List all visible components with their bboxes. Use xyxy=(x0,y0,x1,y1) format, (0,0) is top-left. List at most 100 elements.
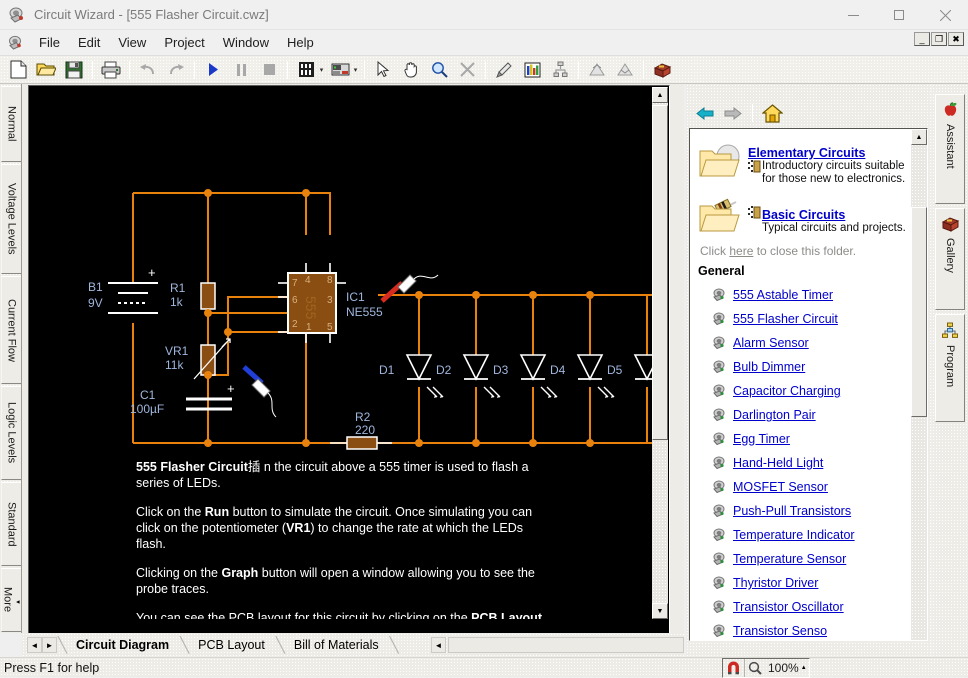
right-tab-program[interactable]: Program xyxy=(935,314,965,422)
document-horizontal-scrollbar[interactable] xyxy=(448,637,684,653)
canvas-vertical-scrollbar[interactable]: ▲ ▼ xyxy=(652,87,668,619)
list-item-link[interactable]: Transistor Oscillator xyxy=(733,600,844,614)
tab-bill-of-materials[interactable]: Bill of Materials xyxy=(286,636,389,654)
menu-project[interactable]: Project xyxy=(155,32,213,53)
pointer-icon[interactable] xyxy=(370,58,396,82)
run-icon[interactable] xyxy=(200,58,226,82)
list-item[interactable]: Transistor Oscillator xyxy=(690,595,912,619)
maximize-button[interactable] xyxy=(876,0,922,30)
list-scroll-up-button[interactable]: ▲ xyxy=(911,129,927,145)
stop-icon[interactable] xyxy=(256,58,282,82)
list-item-link[interactable]: Push-Pull Transistors xyxy=(733,504,851,518)
delete-icon[interactable] xyxy=(454,58,480,82)
list-item-link[interactable]: Hand-Held Light xyxy=(733,456,823,470)
list-item[interactable]: Thyristor Driver xyxy=(690,571,912,595)
instruments-dropdown-arrow[interactable]: ▾ xyxy=(351,66,360,74)
redo-icon[interactable] xyxy=(163,58,189,82)
network-icon[interactable] xyxy=(547,58,573,82)
zoom-icon[interactable] xyxy=(426,58,452,82)
open-folder-icon[interactable] xyxy=(33,58,59,82)
mdi-restore-button[interactable]: ❐ xyxy=(931,32,947,46)
circuit-list-box[interactable]: Elementary Circuits Introductory circuit… xyxy=(689,128,928,641)
hand-icon[interactable] xyxy=(398,58,424,82)
mdi-minimize-button[interactable]: _ xyxy=(914,32,930,46)
list-item[interactable]: Temperature Sensor xyxy=(690,547,912,571)
close-button[interactable] xyxy=(922,0,968,30)
menu-help[interactable]: Help xyxy=(278,32,323,53)
scroll-up-button[interactable]: ▲ xyxy=(652,87,668,103)
list-item-link[interactable]: 555 Flasher Circuit xyxy=(733,312,838,326)
list-item[interactable]: Bulb Dimmer xyxy=(690,355,912,379)
circuit-canvas[interactable]: B1 9V + R1 1k VR1 11k xyxy=(30,87,652,619)
list-item-link[interactable]: Temperature Indicator xyxy=(733,528,855,542)
left-tab-voltage-levels[interactable]: Voltage Levels xyxy=(1,164,21,274)
folder-elementary-circuits-link[interactable]: Elementary Circuits xyxy=(748,146,912,160)
scroll-thumb[interactable] xyxy=(652,105,668,440)
list-item[interactable]: Hand-Held Light xyxy=(690,451,912,475)
list-item[interactable]: MOSFET Sensor xyxy=(690,475,912,499)
list-vertical-scrollbar[interactable]: ▲ xyxy=(911,129,927,640)
save-disk-icon[interactable] xyxy=(61,58,87,82)
right-tab-assistant[interactable]: Assistant xyxy=(935,94,965,204)
list-item[interactable]: Push-Pull Transistors xyxy=(690,499,912,523)
list-item-link[interactable]: MOSFET Sensor xyxy=(733,480,828,494)
tab-circuit-diagram[interactable]: Circuit Diagram xyxy=(68,636,179,654)
forward-arrow-icon[interactable] xyxy=(720,101,746,125)
components-dropdown-arrow[interactable]: ▾ xyxy=(317,66,326,74)
list-item-link[interactable]: Temperature Sensor xyxy=(733,552,846,566)
list-scroll-thumb[interactable] xyxy=(911,207,927,417)
right-tab-gallery[interactable]: Gallery xyxy=(935,208,965,310)
print-icon[interactable] xyxy=(98,58,124,82)
minimize-button[interactable] xyxy=(830,0,876,30)
list-item[interactable]: Capacitor Charging xyxy=(690,379,912,403)
list-item[interactable]: Darlington Pair xyxy=(690,403,912,427)
menu-window[interactable]: Window xyxy=(214,32,278,53)
pcb-out-icon[interactable] xyxy=(612,58,638,82)
left-tab-current-flow[interactable]: Current Flow xyxy=(1,276,21,384)
list-item[interactable]: Transistor Senso xyxy=(690,619,912,640)
folder-elementary-circuits[interactable]: Elementary Circuits Introductory circuit… xyxy=(690,137,912,186)
menu-edit[interactable]: Edit xyxy=(69,32,109,53)
left-tab-logic-levels[interactable]: Logic Levels xyxy=(1,386,21,480)
mdi-close-button[interactable]: ✖ xyxy=(948,32,964,46)
list-item-link[interactable]: 555 Astable Timer xyxy=(733,288,833,302)
zoom-spin-up[interactable]: ▲ xyxy=(801,666,807,671)
folder-basic-circuits[interactable]: Basic Circuits Typical circuits and proj… xyxy=(690,186,912,238)
instruments-icon[interactable] xyxy=(327,58,353,82)
list-item-link[interactable]: Bulb Dimmer xyxy=(733,360,805,374)
list-item[interactable]: 555 Astable Timer xyxy=(690,283,912,307)
folder-basic-circuits-link[interactable]: Basic Circuits xyxy=(762,208,845,222)
magnifier-icon[interactable] xyxy=(744,659,765,677)
new-file-icon[interactable] xyxy=(5,58,31,82)
list-item[interactable]: Alarm Sensor xyxy=(690,331,912,355)
left-tab-standard[interactable]: Standard xyxy=(1,482,21,566)
list-item-link[interactable]: Darlington Pair xyxy=(733,408,816,422)
left-tab-normal[interactable]: Normal xyxy=(1,86,21,162)
list-item[interactable]: 555 Flasher Circuit xyxy=(690,307,912,331)
back-arrow-icon[interactable] xyxy=(692,101,718,125)
hscroll-left-button[interactable]: ◄ xyxy=(431,637,446,653)
pause-icon[interactable] xyxy=(228,58,254,82)
magnet-icon[interactable] xyxy=(723,659,744,677)
zoom-spinner[interactable]: ▲ xyxy=(801,666,809,671)
undo-icon[interactable] xyxy=(135,58,161,82)
tab-scroll-prev[interactable]: ◄ xyxy=(27,637,42,653)
scroll-down-button[interactable]: ▼ xyxy=(652,603,668,619)
probe-icon[interactable] xyxy=(491,58,517,82)
close-folder-link[interactable]: here xyxy=(729,244,753,258)
list-item-link[interactable]: Egg Timer xyxy=(733,432,790,446)
left-tab-more[interactable]: More ▾ xyxy=(1,568,21,632)
tab-scroll-next[interactable]: ► xyxy=(42,637,57,653)
list-item-link[interactable]: Alarm Sensor xyxy=(733,336,809,350)
list-item[interactable]: Egg Timer xyxy=(690,427,912,451)
components-icon[interactable] xyxy=(293,58,319,82)
tab-pcb-layout[interactable]: PCB Layout xyxy=(190,636,275,654)
menu-view[interactable]: View xyxy=(109,32,155,53)
zoom-control[interactable]: 100% ▲ xyxy=(722,658,810,678)
graph-icon[interactable] xyxy=(519,58,545,82)
gallery-box-icon[interactable] xyxy=(649,58,675,82)
menu-file[interactable]: File xyxy=(30,32,69,53)
home-icon[interactable] xyxy=(759,101,785,125)
list-item[interactable]: Temperature Indicator xyxy=(690,523,912,547)
pcb-in-icon[interactable] xyxy=(584,58,610,82)
